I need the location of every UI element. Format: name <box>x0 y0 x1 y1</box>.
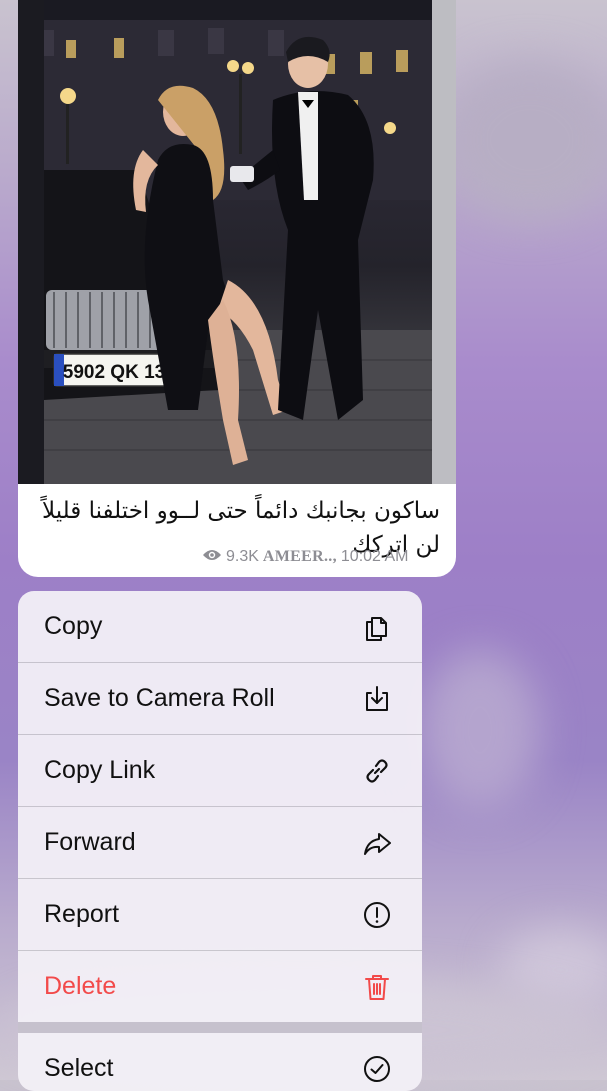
trash-icon <box>360 970 394 1004</box>
menu-item-label: Select <box>44 1054 114 1082</box>
menu-item-label: Forward <box>44 828 136 856</box>
message-author: AMEER.., <box>262 548 337 565</box>
save-download-icon <box>360 682 394 716</box>
report-exclamation-icon <box>360 898 394 932</box>
message-photo[interactable]: 5902 QK 13 <box>18 0 456 484</box>
menu-item-label: Save to Camera Roll <box>44 684 275 712</box>
eye-icon <box>202 548 222 567</box>
menu-item-label: Copy Link <box>44 756 156 784</box>
checkmark-circle-icon <box>360 1052 394 1086</box>
view-count-label: 9.3K <box>226 548 259 565</box>
message-time: 10:02 AM <box>340 548 409 565</box>
message-meta: 9.3K AMEER.., 10:02 AM <box>202 546 409 568</box>
menu-item-forward[interactable]: Forward <box>18 807 422 878</box>
message-bubble[interactable]: 5902 QK 13 ساكون بجانبك دائماً حتى لــوو… <box>18 0 456 577</box>
copy-icon <box>360 610 394 644</box>
menu-item-label: Copy <box>44 612 103 640</box>
view-count: 9.3K <box>202 548 259 567</box>
menu-item-copy[interactable]: Copy <box>18 591 422 662</box>
menu-item-copy-link[interactable]: Copy Link <box>18 735 422 806</box>
menu-item-select[interactable]: Select <box>18 1033 422 1091</box>
menu-item-delete[interactable]: Delete <box>18 951 422 1022</box>
context-menu: Copy Save to Camera Roll Copy Link Forwa… <box>18 591 422 1091</box>
photo-illustration: 5902 QK 13 <box>18 0 456 484</box>
menu-item-report[interactable]: Report <box>18 879 422 950</box>
menu-item-label: Report <box>44 900 120 928</box>
menu-item-label: Delete <box>44 972 117 1000</box>
link-icon <box>360 754 394 788</box>
license-plate-text: 5902 QK 13 <box>63 362 165 383</box>
forward-arrow-icon <box>360 826 394 860</box>
menu-section-divider <box>18 1022 422 1033</box>
menu-item-save-to-camera-roll[interactable]: Save to Camera Roll <box>18 663 422 734</box>
